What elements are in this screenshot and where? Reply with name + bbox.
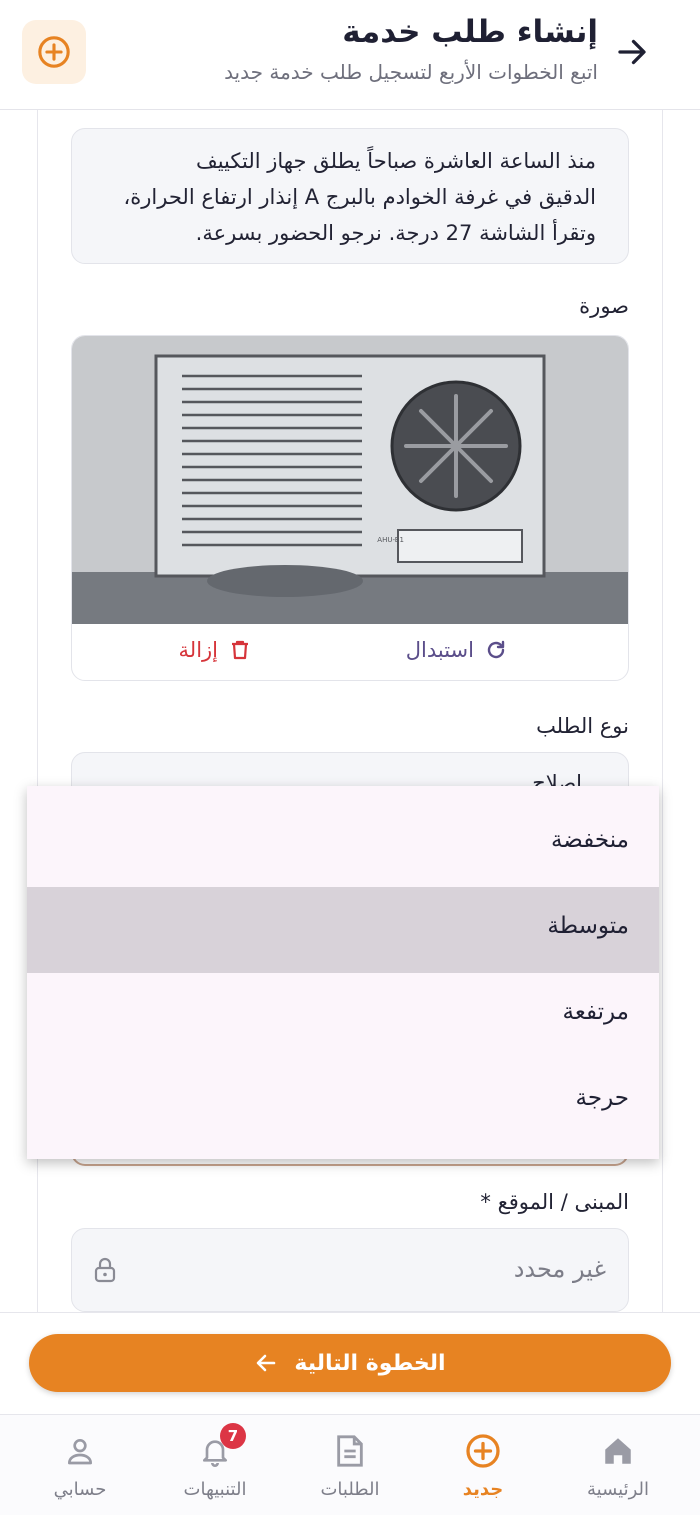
page-subtitle: اتبع الخطوات الأربع لتسجيل طلب خدمة جديد	[224, 60, 598, 84]
ac-unit-photo: AHU-B1	[72, 336, 628, 624]
bottom-nav: الرئيسية جديد الطلبات 7 التنبيهات حسابي	[0, 1414, 700, 1515]
plus-circle-icon	[466, 1434, 500, 1468]
nav-new-label: جديد	[462, 1479, 504, 1500]
nav-account-label: حسابي	[53, 1479, 107, 1500]
option-label: متوسطة	[547, 913, 629, 939]
request-type-label: نوع الطلب	[536, 714, 629, 738]
nav-home-label: الرئيسية	[587, 1479, 649, 1500]
nav-notifications-label: التنبيهات	[183, 1479, 247, 1500]
description-line: منذ الساعة العاشرة صباحاً يطلق جهاز التك…	[195, 149, 596, 173]
option-medium[interactable]: متوسطة	[27, 887, 659, 973]
home-icon	[605, 1438, 631, 1464]
back-button[interactable]	[610, 30, 654, 74]
plus-circle-icon	[38, 36, 70, 68]
user-icon	[68, 1439, 92, 1465]
option-label: حرجة	[575, 1085, 629, 1111]
page-title: إنشاء طلب خدمة	[342, 14, 598, 50]
document-icon	[337, 1435, 363, 1467]
replace-label: استبدال	[405, 638, 474, 662]
refresh-icon	[487, 640, 505, 659]
unit-tag-text: AHU-B1	[377, 536, 404, 544]
nav-new[interactable]: جديد	[428, 1415, 538, 1515]
option-label: مرتفعة	[562, 999, 629, 1025]
nav-requests-label: الطلبات	[320, 1479, 380, 1500]
photo-label: صورة	[579, 294, 629, 318]
nav-home[interactable]: الرئيسية	[563, 1415, 673, 1515]
trash-icon	[232, 640, 248, 660]
location-value: غير محدد	[513, 1255, 606, 1283]
replace-photo-button[interactable]: استبدال	[406, 638, 508, 662]
header: إنشاء طلب خدمة اتبع الخطوات الأربع لتسجي…	[0, 0, 700, 110]
header-add-button[interactable]	[22, 20, 86, 84]
description-line: وتقرأ الشاشة 27 درجة. نرجو الحضور بسرعة.	[195, 221, 596, 245]
description-field[interactable]: منذ الساعة العاشرة صباحاً يطلق جهاز التك…	[71, 128, 629, 264]
description-line: الدقيق في غرفة الخوادم بالبرج A إنذار ار…	[123, 185, 596, 209]
location-label: المبنى / الموقع *	[480, 1190, 629, 1214]
next-step-button[interactable]: الخطوة التالية	[29, 1334, 671, 1392]
photo-card: AHU-B1 استبدال إزالة	[71, 335, 629, 681]
arrow-right-icon	[618, 39, 646, 65]
priority-dropdown-menu: منخفضة متوسطة مرتفعة حرجة	[27, 786, 659, 1159]
arrow-left-icon	[257, 1354, 276, 1372]
nav-account[interactable]: حسابي	[25, 1415, 135, 1515]
option-high[interactable]: مرتفعة	[27, 973, 659, 1059]
photo-actions: استبدال إزالة	[72, 624, 628, 680]
option-low[interactable]: منخفضة	[27, 801, 659, 887]
screen: إنشاء طلب خدمة اتبع الخطوات الأربع لتسجي…	[0, 0, 700, 1515]
notification-badge: 7	[220, 1423, 246, 1449]
option-label: منخفضة	[550, 827, 629, 853]
option-critical[interactable]: حرجة	[27, 1059, 659, 1145]
remove-label: إزالة	[178, 638, 218, 662]
nav-notifications[interactable]: 7 التنبيهات	[160, 1415, 270, 1515]
next-step-label: الخطوة التالية	[294, 1350, 446, 1376]
nav-requests[interactable]: الطلبات	[295, 1415, 405, 1515]
lock-icon	[94, 1257, 116, 1283]
location-field[interactable]: غير محدد	[71, 1228, 629, 1312]
remove-photo-button[interactable]: إزالة	[179, 638, 252, 662]
